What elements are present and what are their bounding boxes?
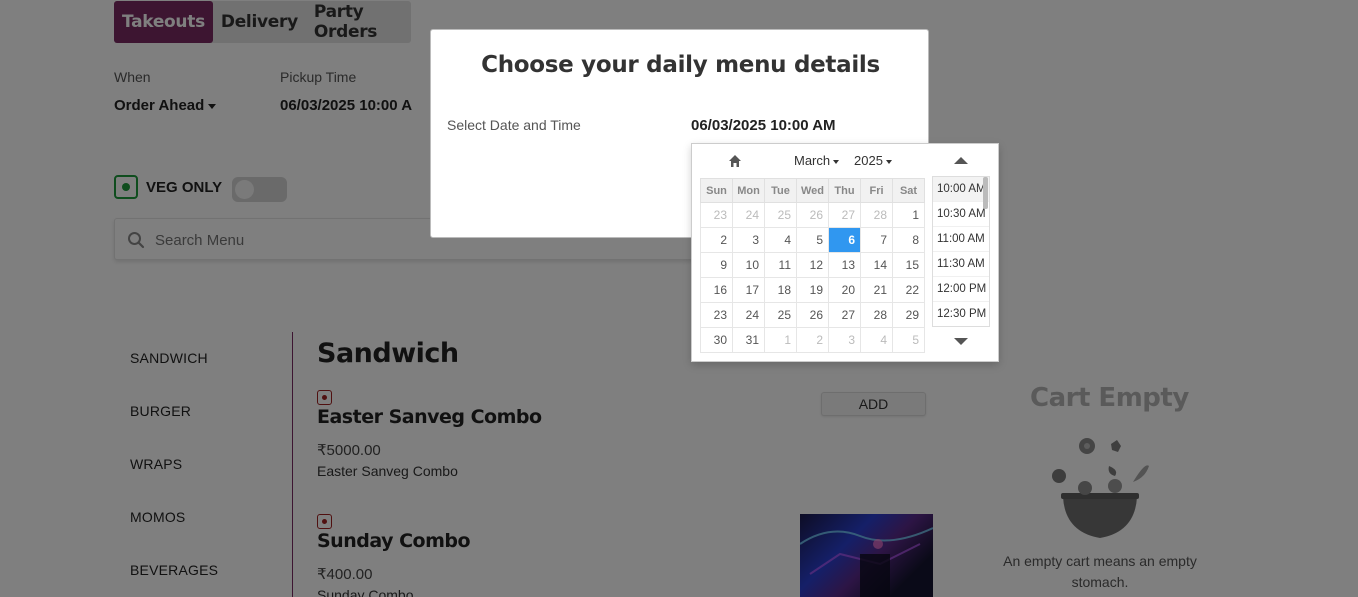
calendar-day[interactable]: 16 — [700, 277, 733, 303]
calendar-week-row: 30 31 1 2 3 4 5 — [700, 327, 925, 353]
calendar-day[interactable]: 11 — [764, 252, 797, 278]
month-value: March — [794, 153, 831, 168]
calendar-day[interactable]: 2 — [796, 327, 829, 353]
calendar-body: 23 24 25 26 27 28 1 2 3 4 5 6 7 8 9 10 11 12 13 14 15 16 17 18 1… — [700, 202, 925, 353]
time-option[interactable]: 11:00 AM — [933, 227, 989, 252]
calendar-day[interactable]: 12 — [796, 252, 829, 278]
date-time-label: Select Date and Time — [447, 117, 581, 133]
date-time-input[interactable]: 06/03/2025 10:00 AM — [691, 117, 836, 134]
calendar-day[interactable]: 25 — [764, 202, 797, 228]
calendar-day[interactable]: 31 — [732, 327, 765, 353]
year-value: 2025 — [854, 153, 883, 168]
calendar-day[interactable]: 29 — [892, 302, 925, 328]
calendar-day[interactable]: 7 — [860, 227, 893, 253]
calendar-day[interactable]: 13 — [828, 252, 861, 278]
calendar-day[interactable]: 22 — [892, 277, 925, 303]
calendar-day[interactable]: 26 — [796, 302, 829, 328]
calendar-day[interactable]: 20 — [828, 277, 861, 303]
calendar-day[interactable]: 8 — [892, 227, 925, 253]
time-scrollbar[interactable] — [983, 177, 988, 209]
calendar-day[interactable]: 23 — [700, 202, 733, 228]
calendar-day[interactable]: 19 — [796, 277, 829, 303]
calendar-day[interactable]: 4 — [764, 227, 797, 253]
weekday-header: Mon — [732, 178, 765, 203]
calendar-day[interactable]: 28 — [860, 302, 893, 328]
weekday-header: Fri — [860, 178, 893, 203]
calendar-week-row: 2345678 — [700, 227, 925, 253]
time-option[interactable]: 10:00 AM — [933, 177, 989, 202]
calendar-day[interactable]: 17 — [732, 277, 765, 303]
calendar-day[interactable]: 27 — [828, 202, 861, 228]
calendar-grid: Sun Mon Tue Wed Thu Fri Sat 23 24 25 26 27 28 1 2 3 4 5 6… — [700, 178, 925, 353]
weekday-header: Thu — [828, 178, 861, 203]
weekday-header: Wed — [796, 178, 829, 203]
year-select[interactable]: 2025 — [854, 153, 892, 168]
calendar-day[interactable]: 28 — [860, 202, 893, 228]
datetime-picker: March 2025 Sun Mon Tue Wed Thu Fri Sat 23 24 25 2… — [691, 143, 999, 362]
calendar-day[interactable]: 25 — [764, 302, 797, 328]
weekday-header-row: Sun Mon Tue Wed Thu Fri Sat — [700, 178, 925, 203]
calendar-day[interactable]: 10 — [732, 252, 765, 278]
weekday-header: Tue — [764, 178, 797, 203]
calendar-week-row: 23 24 25 26 27 28 29 — [700, 302, 925, 328]
calendar-day[interactable]: 2 — [700, 227, 733, 253]
calendar-day[interactable]: 9 — [700, 252, 733, 278]
modal-title: Choose your daily menu details — [481, 52, 880, 78]
weekday-header: Sun — [700, 178, 733, 203]
calendar-week-row: 23 24 25 26 27 28 1 — [700, 202, 925, 228]
calendar-day[interactable]: 21 — [860, 277, 893, 303]
calendar-day[interactable]: 30 — [700, 327, 733, 353]
time-scroll-down-icon[interactable] — [954, 338, 968, 345]
time-option[interactable]: 10:30 AM — [933, 202, 989, 227]
chevron-down-icon — [833, 159, 840, 164]
month-select[interactable]: March — [794, 153, 840, 168]
calendar-day[interactable]: 3 — [732, 227, 765, 253]
calendar-day[interactable]: 1 — [764, 327, 797, 353]
picker-header: March 2025 — [692, 152, 932, 172]
time-option[interactable]: 11:30 AM — [933, 252, 989, 277]
calendar-day[interactable]: 26 — [796, 202, 829, 228]
calendar-day[interactable]: 3 — [828, 327, 861, 353]
calendar-day[interactable]: 23 — [700, 302, 733, 328]
calendar-day[interactable]: 4 — [860, 327, 893, 353]
weekday-header: Sat — [892, 178, 925, 203]
calendar-day[interactable]: 24 — [732, 302, 765, 328]
calendar-day[interactable]: 1 — [892, 202, 925, 228]
calendar-day[interactable]: 5 — [892, 327, 925, 353]
calendar-day[interactable]: 5 — [796, 227, 829, 253]
calendar-day[interactable]: 14 — [860, 252, 893, 278]
home-icon[interactable] — [728, 154, 742, 168]
calendar-day[interactable]: 18 — [764, 277, 797, 303]
calendar-week-row: 16 17 18 19 20 21 22 — [700, 277, 925, 303]
chevron-down-icon — [885, 159, 892, 164]
calendar-day[interactable]: 24 — [732, 202, 765, 228]
time-option[interactable]: 12:30 PM — [933, 302, 989, 326]
calendar-week-row: 9 10 11 12 13 14 15 — [700, 252, 925, 278]
calendar-day-selected[interactable]: 6 — [828, 227, 861, 253]
time-scroll-up-icon[interactable] — [954, 157, 968, 164]
calendar-day[interactable]: 15 — [892, 252, 925, 278]
time-list: 10:00 AM 10:30 AM 11:00 AM 11:30 AM 12:00 PM… — [932, 176, 990, 327]
time-option[interactable]: 12:00 PM — [933, 277, 989, 302]
calendar-day[interactable]: 27 — [828, 302, 861, 328]
